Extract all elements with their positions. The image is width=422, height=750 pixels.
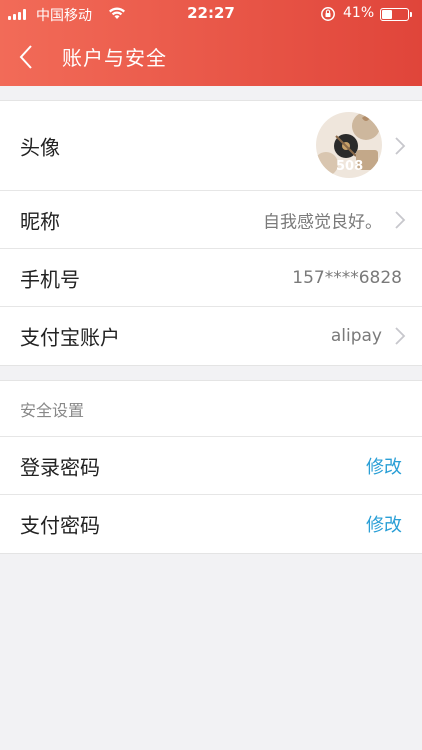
login-password-label: 登录密码 (20, 455, 100, 479)
phone-value: 157****6828 (292, 267, 402, 288)
battery-percent: 41% (343, 5, 375, 21)
login-password-row[interactable]: 登录密码 修改 (0, 437, 422, 495)
header: 中国移动 22:27 41% 账户与安全 (0, 0, 422, 86)
alipay-row[interactable]: 支付宝账户 alipay (0, 307, 422, 365)
svg-text:508: 508 (336, 159, 363, 174)
battery-icon (380, 8, 412, 21)
security-group: 安全设置 登录密码 修改 支付密码 修改 (0, 380, 422, 554)
nickname-value: 自我感觉良好。 (263, 212, 382, 232)
back-button[interactable] (8, 38, 44, 76)
pay-password-label: 支付密码 (20, 513, 100, 538)
chevron-right-icon (395, 210, 406, 229)
avatar-label: 头像 (20, 135, 60, 159)
avatar-row[interactable]: 头像 508 (0, 101, 422, 191)
status-bar: 中国移动 22:27 41% (0, 0, 422, 28)
section-title: 安全设置 (20, 400, 85, 420)
nickname-label: 昵称 (20, 209, 60, 233)
chevron-left-icon (19, 45, 32, 69)
pay-password-row[interactable]: 支付密码 修改 (0, 495, 422, 553)
pay-password-modify-link[interactable]: 修改 (366, 511, 402, 537)
rotation-lock-icon (321, 7, 335, 21)
page-title: 账户与安全 (62, 46, 167, 70)
alipay-value: alipay (330, 326, 382, 346)
login-password-modify-link[interactable]: 修改 (366, 453, 402, 479)
profile-group: 头像 508 昵称 自我感觉良好。 手机号 157****6828 支付宝账户 … (0, 100, 422, 366)
phone-row: 手机号 157****6828 (0, 249, 422, 307)
chevron-right-icon (395, 136, 406, 155)
security-section-header: 安全设置 (0, 381, 422, 437)
nickname-row[interactable]: 昵称 自我感觉良好。 (0, 191, 422, 249)
chevron-right-icon (395, 327, 406, 345)
alipay-label: 支付宝账户 (20, 325, 120, 350)
nav-bar: 账户与安全 (0, 28, 422, 86)
phone-label: 手机号 (20, 267, 80, 291)
avatar[interactable]: 508 (316, 112, 382, 178)
